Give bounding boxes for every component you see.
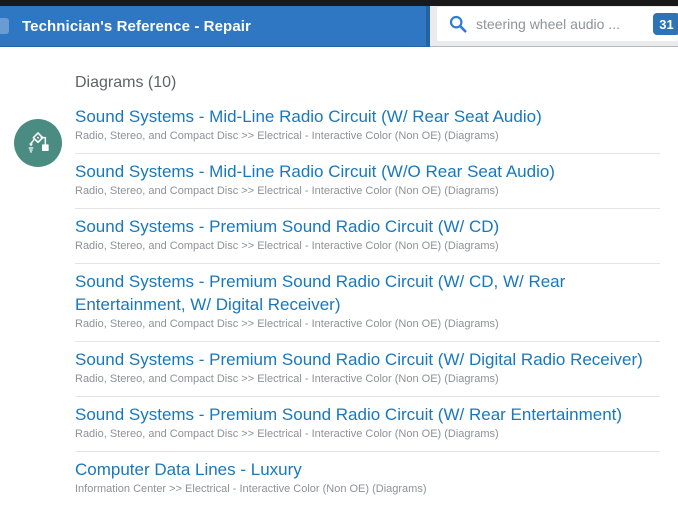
diagram-breadcrumb: Radio, Stereo, and Compact Disc >> Elect… — [75, 184, 660, 199]
diagram-list-item: Sound Systems - Premium Sound Radio Circ… — [75, 264, 660, 342]
app-title: Technician's Reference - Repair — [22, 18, 251, 35]
diagram-breadcrumb: Radio, Stereo, and Compact Disc >> Elect… — [75, 129, 660, 144]
diagram-link[interactable]: Computer Data Lines - Luxury — [75, 458, 660, 481]
diagram-list-item: Sound Systems - Premium Sound Radio Circ… — [75, 397, 660, 452]
diagrams-count-heading: Diagrams (10) — [75, 73, 660, 93]
header-title-bar: Technician's Reference - Repair — [0, 6, 430, 47]
app-logo-icon — [0, 18, 9, 34]
app-window: Technician's Reference - Repair 31 — [0, 0, 678, 505]
diagram-results-list: Sound Systems - Mid-Line Radio Circuit (… — [75, 99, 660, 505]
diagram-breadcrumb: Radio, Stereo, and Compact Disc >> Elect… — [75, 239, 660, 254]
search-results-count-badge: 31 — [653, 13, 678, 35]
diagram-link[interactable]: Sound Systems - Mid-Line Radio Circuit (… — [75, 160, 660, 183]
diagram-list-item: Sound Systems - Mid-Line Radio Circuit (… — [75, 154, 660, 209]
search-area: 31 — [430, 6, 678, 47]
diagram-breadcrumb: Radio, Stereo, and Compact Disc >> Elect… — [75, 317, 660, 332]
diagram-breadcrumb: Information Center >> Electrical - Inter… — [75, 482, 660, 497]
diagram-list-item: Computer Data Lines - Luxury Information… — [75, 452, 660, 505]
diagram-list-item: Sound Systems - Mid-Line Radio Circuit (… — [75, 99, 660, 154]
app-header: Technician's Reference - Repair 31 — [0, 6, 678, 47]
search-box[interactable]: 31 — [437, 7, 678, 41]
wiring-diagram-icon — [14, 119, 62, 167]
diagram-breadcrumb: Radio, Stereo, and Compact Disc >> Elect… — [75, 372, 660, 387]
search-icon — [449, 15, 467, 33]
search-input[interactable] — [476, 16, 678, 32]
diagram-link[interactable]: Sound Systems - Mid-Line Radio Circuit (… — [75, 105, 660, 128]
results-page: Diagrams (10) Sound Systems - Mid-Line R… — [0, 47, 678, 505]
diagram-list-item: Sound Systems - Premium Sound Radio Circ… — [75, 209, 660, 264]
diagram-list-item: Sound Systems - Premium Sound Radio Circ… — [75, 342, 660, 397]
diagram-breadcrumb: Radio, Stereo, and Compact Disc >> Elect… — [75, 427, 660, 442]
diagram-link[interactable]: Sound Systems - Premium Sound Radio Circ… — [75, 348, 660, 371]
diagram-link[interactable]: Sound Systems - Premium Sound Radio Circ… — [75, 215, 660, 238]
diagram-link[interactable]: Sound Systems - Premium Sound Radio Circ… — [75, 270, 660, 316]
diagram-link[interactable]: Sound Systems - Premium Sound Radio Circ… — [75, 403, 660, 426]
